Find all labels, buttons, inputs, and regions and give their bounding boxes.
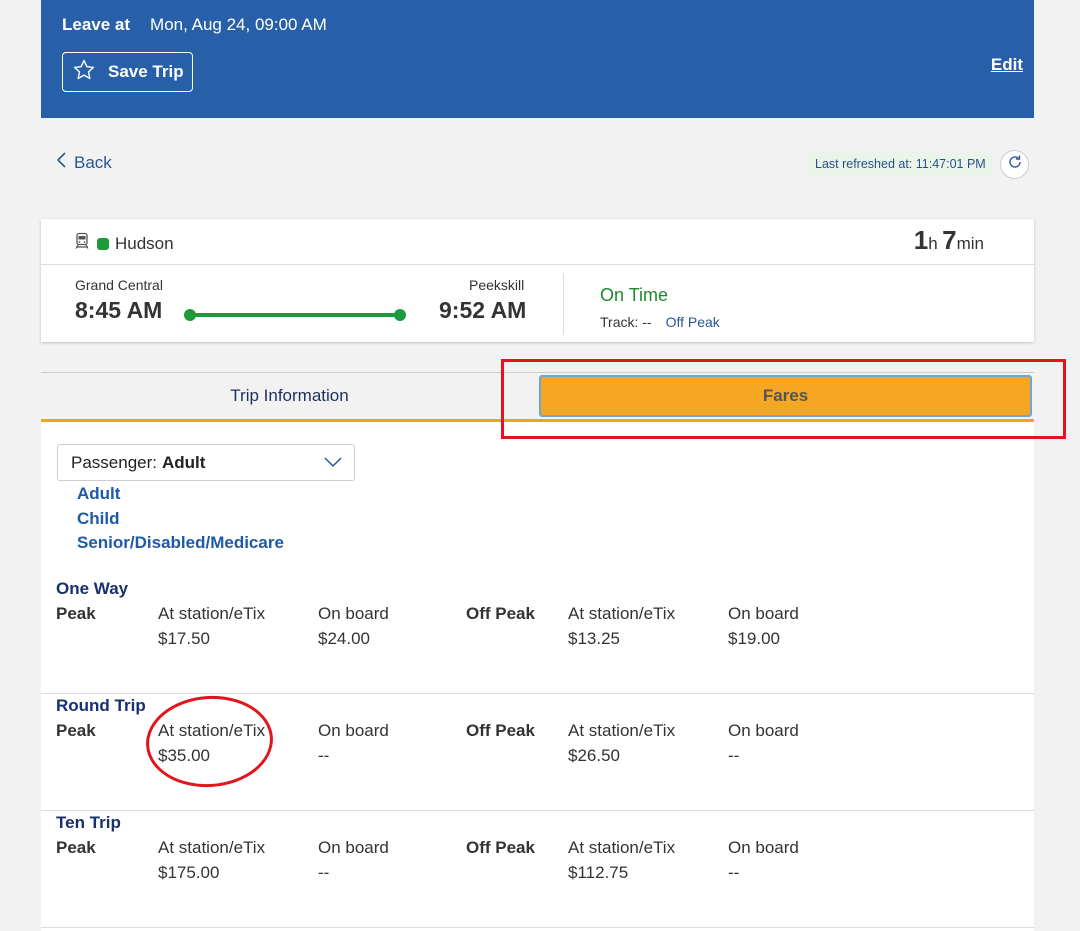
- peak-label: Peak: [56, 721, 96, 740]
- peak-station-label: At station/eTix: [158, 721, 266, 740]
- passenger-label: Passenger:: [71, 452, 157, 472]
- peak-type: Off Peak: [665, 314, 720, 330]
- passenger-option-adult[interactable]: Adult: [77, 484, 284, 504]
- offpeak-station-label: At station/eTix: [568, 838, 676, 857]
- fare-section-one-way: One Way Peak At station/eTix $17.50 On b…: [41, 577, 1034, 694]
- tab-bar: Trip Information Fares: [41, 372, 1034, 422]
- offpeak-station-price: $26.50: [568, 746, 620, 765]
- fare-section-title: Ten Trip: [56, 813, 121, 832]
- passenger-option-child[interactable]: Child: [77, 509, 284, 529]
- peak-station-price: $17.50: [158, 629, 210, 648]
- departure-time: 8:45 AM: [75, 297, 163, 323]
- back-link[interactable]: Back: [56, 151, 112, 174]
- line-name: Hudson: [115, 233, 174, 253]
- offpeak-label: Off Peak: [466, 604, 535, 623]
- fares-panel: Passenger: Adult Adult Child Senior/Disa…: [41, 422, 1034, 931]
- train-line: Hudson: [73, 232, 174, 255]
- duration-hours-unit: h: [928, 234, 938, 253]
- offpeak-onboard-label: On board: [728, 838, 799, 857]
- offpeak-onboard-label: On board: [728, 604, 799, 623]
- peak-onboard-label: On board: [318, 604, 389, 623]
- tab-trip-information[interactable]: Trip Information: [41, 373, 538, 419]
- offpeak-onboard-price: --: [728, 863, 740, 882]
- offpeak-label: Off Peak: [466, 721, 535, 740]
- peak-onboard-price: --: [318, 746, 330, 765]
- fare-section-title: One Way: [56, 579, 129, 598]
- chevron-left-icon: [56, 151, 68, 174]
- tab-fares[interactable]: Fares: [539, 375, 1032, 417]
- trip-header: Leave at Mon, Aug 24, 09:00 AM Save Trip…: [41, 0, 1034, 118]
- peak-onboard-price: $24.00: [318, 629, 370, 648]
- refresh-button[interactable]: [1000, 150, 1029, 179]
- star-icon: [72, 58, 96, 87]
- track-info: Track: --: [600, 314, 652, 330]
- duration-minutes-unit: min: [956, 234, 984, 253]
- divider: [563, 273, 564, 335]
- save-trip-button[interactable]: Save Trip: [62, 52, 193, 92]
- refresh-icon: [1007, 154, 1023, 175]
- peak-station-label: At station/eTix: [158, 838, 266, 857]
- duration-minutes: 7: [942, 225, 957, 255]
- train-icon: [73, 232, 91, 255]
- passenger-options: Adult Child Senior/Disabled/Medicare: [77, 484, 284, 553]
- leave-at-label: Leave at: [62, 15, 131, 34]
- destination-station: Peekskill: [469, 277, 525, 293]
- peak-station-price: $35.00: [158, 746, 210, 765]
- arrival-time: 9:52 AM: [439, 297, 527, 323]
- peak-label: Peak: [56, 838, 96, 857]
- status-text: On Time: [600, 285, 669, 305]
- offpeak-onboard-price: --: [728, 746, 740, 765]
- offpeak-station-price: $112.75: [568, 863, 629, 882]
- edit-link[interactable]: Edit: [991, 55, 1023, 75]
- trip-duration: 1h 7min: [914, 225, 984, 256]
- peak-label: Peak: [56, 604, 96, 623]
- offpeak-station-price: $13.25: [568, 629, 620, 648]
- passenger-select[interactable]: Passenger: Adult: [57, 444, 355, 481]
- fare-section-round-trip: Round Trip Peak At station/eTix $35.00 O…: [41, 694, 1034, 811]
- save-trip-label: Save Trip: [108, 62, 184, 81]
- origin-station: Grand Central: [75, 277, 163, 293]
- leave-at-row: Leave at Mon, Aug 24, 09:00 AM: [62, 15, 327, 35]
- offpeak-label: Off Peak: [466, 838, 535, 857]
- duration-hours: 1: [913, 225, 929, 255]
- peak-onboard-price: --: [318, 863, 330, 882]
- trip-summary-card: Hudson 1h 7min Grand Central 8:45 AM Pee…: [41, 219, 1034, 342]
- offpeak-station-label: At station/eTix: [568, 604, 676, 623]
- leave-at-value: Mon, Aug 24, 09:00 AM: [150, 15, 327, 34]
- offpeak-onboard-price: $19.00: [728, 629, 780, 648]
- last-refreshed-text: Last refreshed at: 11:47:01 PM: [809, 151, 992, 177]
- peak-station-price: $175.00: [158, 863, 220, 882]
- passenger-option-senior[interactable]: Senior/Disabled/Medicare: [77, 533, 284, 553]
- peak-onboard-label: On board: [318, 838, 389, 857]
- route-line: [184, 309, 406, 321]
- peak-onboard-label: On board: [318, 721, 389, 740]
- back-label: Back: [74, 152, 112, 172]
- fare-section-title: Round Trip: [56, 696, 146, 715]
- passenger-value: Adult: [162, 452, 206, 472]
- line-color-dot: [97, 237, 109, 250]
- fare-section-ten-trip: Ten Trip Peak At station/eTix $175.00 On…: [41, 811, 1034, 928]
- track-row: Track: -- Off Peak: [600, 314, 720, 330]
- offpeak-station-label: At station/eTix: [568, 721, 676, 740]
- offpeak-onboard-label: On board: [728, 721, 799, 740]
- peak-station-label: At station/eTix: [158, 604, 266, 623]
